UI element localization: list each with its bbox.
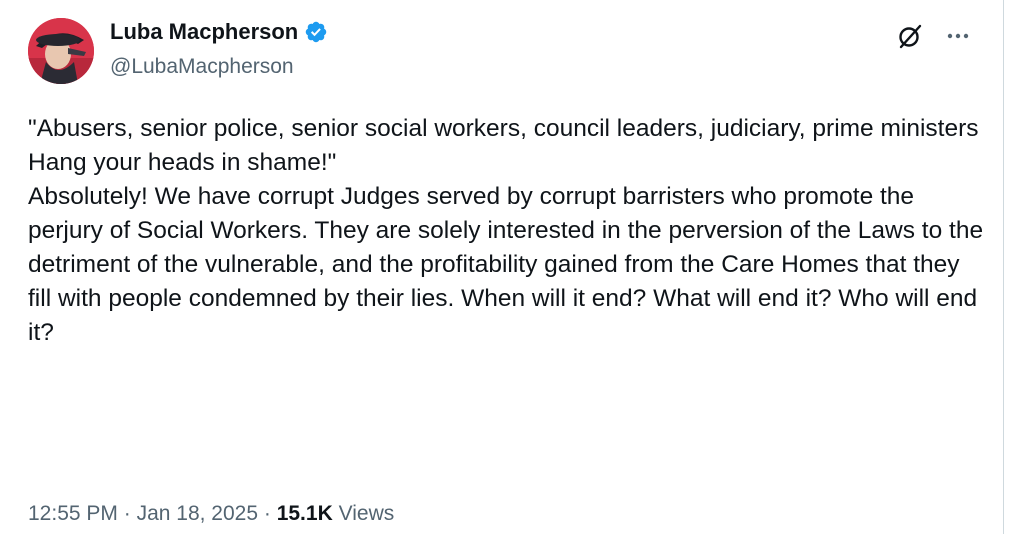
tweet-text-line: Hang your heads in shame!": [28, 149, 337, 176]
author-display-name[interactable]: Luba Macpherson: [110, 18, 298, 46]
author-name-row: Luba Macpherson: [110, 18, 328, 46]
more-horizontal-icon[interactable]: [942, 24, 974, 48]
meta-separator: ·: [263, 502, 271, 525]
tweet-text-line: Absolutely! We have corrupt Judges serve…: [28, 183, 984, 346]
tweet-date[interactable]: Jan 18, 2025: [137, 500, 258, 528]
tweet-metadata: 12:55 PM · Jan 18, 2025 · 15.1K Views: [28, 500, 394, 528]
tweet-text: "Abusers, senior police, senior social w…: [28, 112, 988, 350]
views-label[interactable]: Views: [339, 500, 395, 528]
verified-badge-icon: [304, 20, 328, 44]
grok-icon[interactable]: [896, 22, 924, 50]
author-handle[interactable]: @LubaMacpherson: [110, 53, 294, 81]
tweet-card: Luba Macpherson @LubaMacpherson "Abusers…: [0, 0, 1004, 534]
tweet-text-line: "Abusers, senior police, senior social w…: [28, 115, 979, 142]
views-count[interactable]: 15.1K: [277, 500, 333, 528]
meta-separator: ·: [123, 502, 131, 525]
avatar[interactable]: [28, 18, 94, 84]
tweet-time[interactable]: 12:55 PM: [28, 500, 118, 528]
avatar-image: [28, 18, 94, 84]
